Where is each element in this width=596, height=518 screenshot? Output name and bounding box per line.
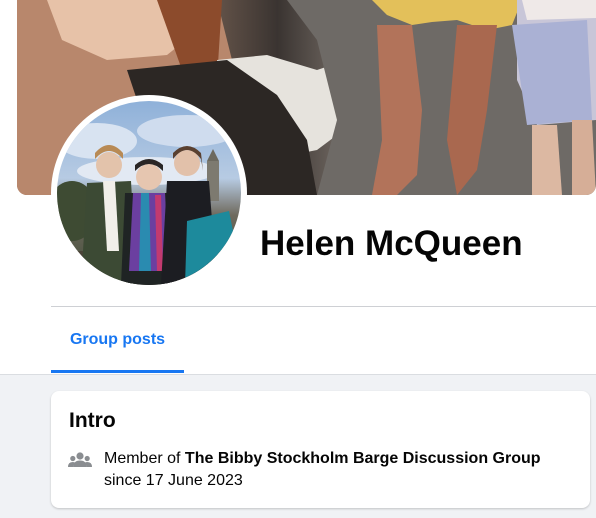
header-divider [51, 306, 596, 307]
tab-group-posts[interactable]: Group posts [51, 310, 184, 373]
profile-name: Helen McQueen [260, 224, 523, 263]
intro-card: Intro Member of The Bibby Stockholm Barg… [51, 391, 590, 508]
intro-title: Intro [69, 409, 116, 432]
group-link[interactable]: The Bibby Stockholm Barge Discussion Gro… [185, 450, 541, 467]
profile-avatar[interactable] [51, 95, 247, 291]
member-prefix: Member of [104, 450, 181, 467]
avatar-photo [57, 101, 241, 285]
intro-membership-row: Member of The Bibby Stockholm Barge Disc… [68, 448, 573, 492]
avatar-photo-image [57, 115, 241, 285]
intro-membership-text: Member of The Bibby Stockholm Barge Disc… [104, 448, 541, 492]
profile-header: Helen McQueen Group posts [0, 0, 596, 375]
group-icon [68, 449, 92, 473]
member-since: since 17 June 2023 [104, 472, 243, 489]
